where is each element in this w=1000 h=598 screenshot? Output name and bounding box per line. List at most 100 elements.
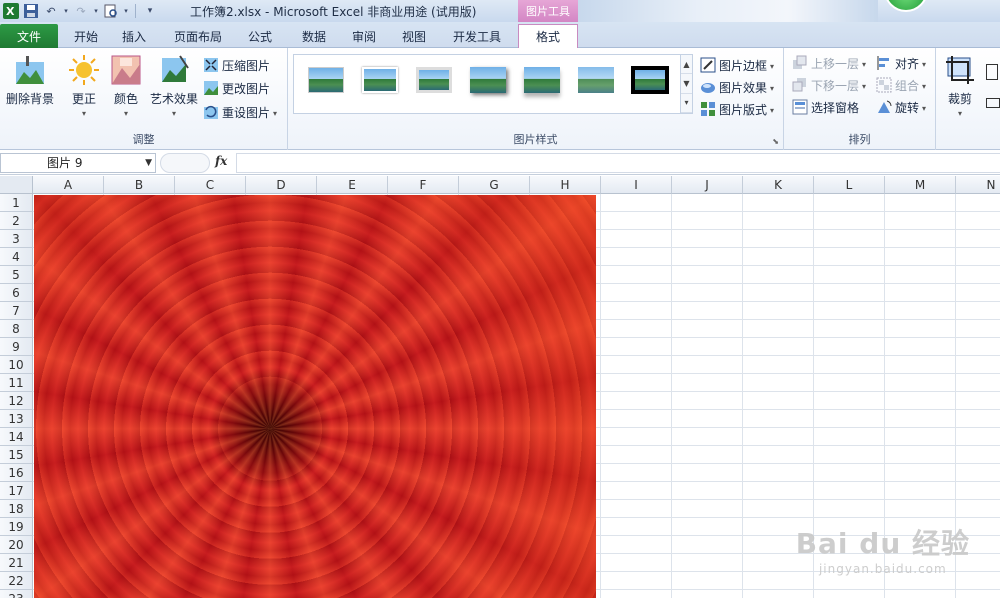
column-header[interactable]: B	[104, 176, 175, 194]
name-box[interactable]: 图片 9 ▼	[0, 153, 156, 173]
artistic-effects-button[interactable]: 艺术效果 ▾	[146, 54, 202, 118]
picture-effects-button[interactable]: 图片效果 ▾	[700, 77, 774, 97]
picture-styles-launcher-icon[interactable]: ⬊	[772, 137, 779, 146]
selection-pane-button[interactable]: 选择窗格	[792, 97, 859, 117]
row-header[interactable]: 3	[0, 230, 33, 248]
undo-dropdown-icon[interactable]: ▾	[62, 2, 70, 20]
send-backward-button[interactable]: 下移一层 ▾	[792, 75, 866, 95]
row-header[interactable]: 7	[0, 302, 33, 320]
effects-icon	[701, 83, 715, 93]
style-thumb-4[interactable]	[466, 63, 510, 97]
tab-format[interactable]: 格式	[518, 24, 578, 48]
gallery-down-icon[interactable]: ▼	[681, 74, 692, 94]
column-header[interactable]: E	[317, 176, 388, 194]
row-header[interactable]: 9	[0, 338, 33, 356]
picture-effects-dropdown-icon: ▾	[770, 83, 775, 93]
style-thumb-2[interactable]	[358, 63, 402, 97]
row-header[interactable]: 4	[0, 248, 33, 266]
row-header[interactable]: 1	[0, 194, 33, 212]
row-header[interactable]: 12	[0, 392, 33, 410]
tab-data[interactable]: 数据	[292, 24, 336, 48]
artistic-effects-label: 艺术效果	[149, 92, 198, 106]
corrections-button[interactable]: 更正 ▾	[62, 54, 106, 118]
row-header[interactable]: 21	[0, 554, 33, 572]
tab-page-layout[interactable]: 页面布局	[166, 24, 230, 48]
tab-view[interactable]: 视图	[392, 24, 436, 48]
column-header[interactable]: N	[956, 176, 1000, 194]
print-preview-icon[interactable]	[102, 2, 120, 20]
column-header[interactable]: K	[743, 176, 814, 194]
style-thumb-3[interactable]	[412, 63, 456, 97]
column-header[interactable]: C	[175, 176, 246, 194]
save-icon[interactable]	[22, 2, 40, 20]
group-button[interactable]: 组合 ▾	[876, 75, 926, 95]
tab-file[interactable]: 文件	[0, 24, 58, 48]
redo-dropdown-icon[interactable]: ▾	[92, 2, 100, 20]
row-header[interactable]: 17	[0, 482, 33, 500]
row-header[interactable]: 2	[0, 212, 33, 230]
column-header[interactable]: G	[459, 176, 530, 194]
row-header[interactable]: 11	[0, 374, 33, 392]
tab-developer[interactable]: 开发工具	[444, 24, 510, 48]
redo-icon[interactable]: ↷	[72, 2, 90, 20]
crop-button[interactable]: 裁剪 ▾	[942, 54, 978, 118]
worksheet-grid[interactable]: A B C D E F G H I J K L M N 1 2 3 4 5 6 7 8 9 10 11 12 13 14 15 16 17 1…	[0, 176, 1000, 598]
compress-pictures-button[interactable]: 压缩图片	[203, 55, 270, 75]
chrysanthemum-picture[interactable]	[34, 195, 596, 598]
column-header[interactable]: F	[388, 176, 459, 194]
picture-layout-button[interactable]: 图片版式 ▾	[700, 99, 774, 119]
tab-home[interactable]: 开始	[64, 24, 108, 48]
bring-forward-button[interactable]: 上移一层 ▾	[792, 53, 866, 73]
column-header[interactable]: D	[246, 176, 317, 194]
row-header[interactable]: 18	[0, 500, 33, 518]
excel-logo-icon[interactable]: X	[2, 2, 20, 20]
row-header[interactable]: 5	[0, 266, 33, 284]
gallery-more-icon[interactable]: ▾	[681, 94, 692, 113]
column-header[interactable]: H	[530, 176, 601, 194]
select-all-corner[interactable]	[0, 176, 33, 194]
formula-input[interactable]	[236, 153, 1000, 173]
row-header[interactable]: 23	[0, 590, 33, 598]
row-header[interactable]: 16	[0, 464, 33, 482]
remove-background-button[interactable]: 删除背景	[4, 54, 56, 107]
align-button[interactable]: 对齐 ▾	[876, 53, 926, 73]
gallery-up-icon[interactable]: ▲	[681, 55, 692, 75]
tab-insert[interactable]: 插入	[112, 24, 156, 48]
row-header[interactable]: 19	[0, 518, 33, 536]
adjust-group-label: 调整	[132, 133, 155, 146]
column-header[interactable]: I	[601, 176, 672, 194]
crop-label: 裁剪	[947, 92, 972, 106]
picture-border-button[interactable]: 图片边框 ▾	[700, 55, 774, 75]
bring-forward-label: 上移一层	[811, 56, 860, 71]
undo-icon[interactable]: ↶	[42, 2, 60, 20]
column-header[interactable]: A	[33, 176, 104, 194]
style-thumb-5[interactable]	[520, 63, 564, 97]
column-header[interactable]: M	[885, 176, 956, 194]
tab-review[interactable]: 审阅	[342, 24, 386, 48]
insert-function-icon[interactable]: fx	[215, 154, 227, 168]
reset-picture-button[interactable]: 重设图片 ▾	[203, 102, 277, 122]
pen-border-icon	[700, 57, 716, 73]
row-header[interactable]: 14	[0, 428, 33, 446]
row-header[interactable]: 6	[0, 284, 33, 302]
style-thumb-1[interactable]	[304, 63, 348, 97]
customize-qat-icon[interactable]: ▾	[141, 2, 159, 20]
column-header[interactable]: L	[814, 176, 885, 194]
row-header[interactable]: 20	[0, 536, 33, 554]
row-header[interactable]: 22	[0, 572, 33, 590]
name-box-dropdown-icon[interactable]: ▼	[145, 154, 152, 172]
row-header[interactable]: 10	[0, 356, 33, 374]
print-preview-dropdown-icon[interactable]: ▾	[122, 2, 130, 20]
color-button[interactable]: 颜色 ▾	[106, 54, 146, 118]
column-header[interactable]: J	[672, 176, 743, 194]
change-picture-button[interactable]: 更改图片	[203, 78, 270, 98]
bring-forward-dropdown-icon: ▾	[862, 59, 867, 69]
tab-formulas[interactable]: 公式	[238, 24, 282, 48]
style-thumb-7[interactable]	[628, 63, 672, 97]
rotate-button[interactable]: 旋转 ▾	[876, 97, 926, 117]
row-header[interactable]: 15	[0, 446, 33, 464]
quick-access-toolbar: X ↶ ▾ ↷ ▾ ▾ ▾	[0, 0, 159, 22]
style-thumb-6[interactable]	[574, 63, 618, 97]
row-header[interactable]: 8	[0, 320, 33, 338]
row-header[interactable]: 13	[0, 410, 33, 428]
